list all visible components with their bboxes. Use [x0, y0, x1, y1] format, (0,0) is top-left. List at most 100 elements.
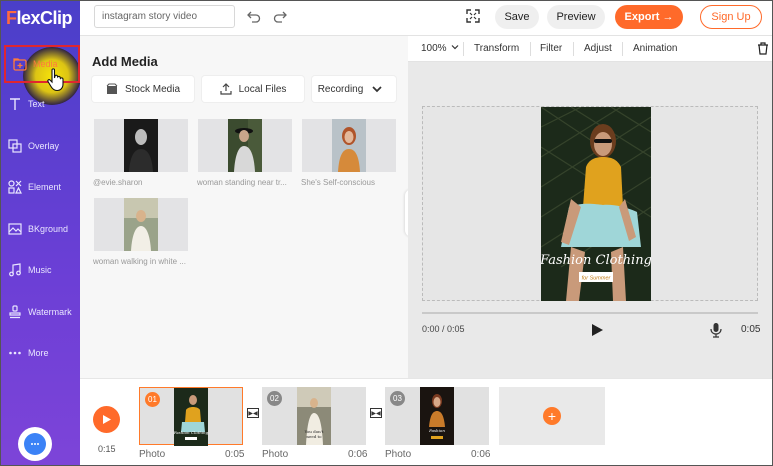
zoom-level: 100%: [421, 43, 447, 54]
redo-icon[interactable]: [273, 9, 287, 23]
chat-support-button[interactable]: [18, 427, 52, 461]
sidebar-item-media[interactable]: Media: [4, 45, 80, 83]
preview-button[interactable]: Preview: [547, 5, 605, 29]
clip-number-badge: 03: [390, 391, 405, 406]
sidebar: FlexClip Media Text Overlay Element BKgr…: [1, 1, 81, 465]
clip-duration: 0:06: [471, 449, 491, 460]
clip-number-badge: 01: [145, 392, 160, 407]
save-button[interactable]: Save: [495, 5, 539, 29]
sidebar-item-label: Element: [28, 182, 62, 192]
divider: [622, 42, 623, 56]
sidebar-item-label: Music: [28, 265, 52, 275]
transform-button[interactable]: Transform: [474, 43, 519, 54]
adjust-button[interactable]: Adjust: [584, 43, 612, 54]
transition-icon[interactable]: ▶◀: [247, 408, 259, 418]
chevron-down-icon: [451, 45, 459, 50]
sidebar-item-more[interactable]: More: [1, 334, 80, 372]
plus-icon: +: [543, 407, 561, 425]
microphone-icon[interactable]: [709, 322, 723, 338]
search-input[interactable]: instagram story video: [94, 5, 235, 28]
sidebar-item-text[interactable]: Text: [1, 85, 80, 123]
clip-thumbnail: Fashion Clothing: [174, 388, 208, 446]
timeline-clip[interactable]: Fashion 03: [385, 387, 489, 445]
logo-letter-f: F: [6, 8, 17, 28]
timeline-clip[interactable]: Fashion Clothing 01: [139, 387, 243, 446]
overlay-icon: [8, 139, 22, 153]
current-time: 0:00 / 0:05: [422, 324, 465, 334]
zoom-dropdown[interactable]: 100%: [421, 43, 459, 54]
sidebar-item-label: Text: [28, 99, 45, 109]
chat-bubble-icon: [24, 433, 46, 455]
thumbnail-caption: She's Self-conscious: [301, 178, 376, 187]
undo-icon[interactable]: [247, 9, 261, 23]
local-files-button[interactable]: Local Files: [202, 76, 304, 102]
signup-button[interactable]: Sign Up: [700, 5, 762, 29]
sidebar-item-label: Watermark: [28, 307, 72, 317]
media-panel: Add Media Stock Media Local Files Record…: [80, 36, 408, 378]
story-title-text: Fashion Clothing: [541, 253, 651, 268]
clip-thumbnail: Fashion: [420, 387, 454, 445]
music-icon: [8, 263, 22, 277]
sidebar-item-watermark[interactable]: Watermark: [1, 293, 80, 331]
background-icon: [8, 222, 22, 236]
media-thumbnail[interactable]: [94, 198, 188, 251]
fullscreen-icon[interactable]: [466, 9, 480, 23]
divider: [573, 42, 574, 56]
flexclip-logo[interactable]: FlexClip: [6, 8, 73, 29]
add-media-icon: [13, 57, 27, 71]
timeline-clip[interactable]: You don't need to 02: [262, 387, 366, 445]
story-preview-image[interactable]: Fashion Clothing for Summer: [541, 107, 651, 301]
divider: [530, 42, 531, 56]
stock-media-icon: [106, 83, 118, 94]
stock-media-button[interactable]: Stock Media: [92, 76, 194, 102]
sidebar-item-music[interactable]: Music: [1, 251, 80, 289]
preview-area: 100% Transform Filter Adjust Animation F…: [408, 36, 772, 378]
top-toolbar: instagram story video Save Preview Expor…: [80, 1, 772, 36]
thumbnail-caption: woman standing near tr...: [197, 178, 287, 187]
chevron-down-icon: [372, 86, 382, 93]
clip-duration: 0:06: [348, 449, 368, 460]
photo-woman-redhead: [332, 119, 366, 172]
sidebar-item-bkground[interactable]: BKground: [1, 210, 80, 248]
upload-icon: [219, 83, 232, 95]
media-thumbnail[interactable]: [94, 119, 188, 172]
clip-duration: 0:05: [225, 449, 245, 460]
recording-dropdown[interactable]: Recording: [312, 76, 396, 102]
media-thumbnail[interactable]: [198, 119, 292, 172]
animation-button[interactable]: Animation: [633, 43, 677, 54]
transition-icon[interactable]: ▶◀: [370, 408, 382, 418]
local-files-label: Local Files: [238, 83, 287, 95]
thumbnail-caption: @evie.sharon: [93, 178, 143, 187]
play-icon: [103, 415, 111, 424]
app-window: FlexClip Media Text Overlay Element BKgr…: [0, 0, 773, 466]
export-button[interactable]: Export →: [615, 5, 683, 29]
svg-text:Fashion Clothing: Fashion Clothing: [174, 430, 208, 435]
media-thumbnail[interactable]: [302, 119, 396, 172]
sidebar-item-label: More: [28, 348, 49, 358]
clip-thumbnail: You don'tneed to: [297, 387, 331, 445]
sidebar-item-element[interactable]: Element: [1, 168, 80, 206]
trash-icon[interactable]: [757, 42, 769, 55]
sidebar-item-label: Overlay: [28, 141, 60, 151]
panel-title: Add Media: [92, 54, 158, 69]
clip-type-label: Photo: [139, 449, 166, 460]
more-icon: [8, 346, 22, 360]
clip-type-label: Photo: [385, 449, 412, 460]
total-time: 0:05: [741, 324, 761, 335]
filter-button[interactable]: Filter: [540, 43, 562, 54]
timeline-play-button[interactable]: [93, 406, 120, 433]
preview-toolbar: 100% Transform Filter Adjust Animation: [408, 36, 772, 62]
sidebar-item-label: BKground: [28, 224, 69, 234]
play-icon[interactable]: [590, 323, 604, 337]
clip-type-label: Photo: [262, 449, 289, 460]
preview-progress-bar[interactable]: [422, 312, 758, 314]
divider: [463, 42, 464, 56]
photo-woman-white: [124, 198, 158, 251]
sidebar-item-overlay[interactable]: Overlay: [1, 127, 80, 165]
svg-text:Fashion: Fashion: [428, 428, 445, 433]
clip-number-badge: 02: [267, 391, 282, 406]
add-clip-button[interactable]: +: [499, 387, 605, 445]
logo-text: lexClip: [16, 8, 73, 28]
watermark-icon: [8, 305, 22, 319]
recording-label: Recording: [317, 83, 364, 95]
